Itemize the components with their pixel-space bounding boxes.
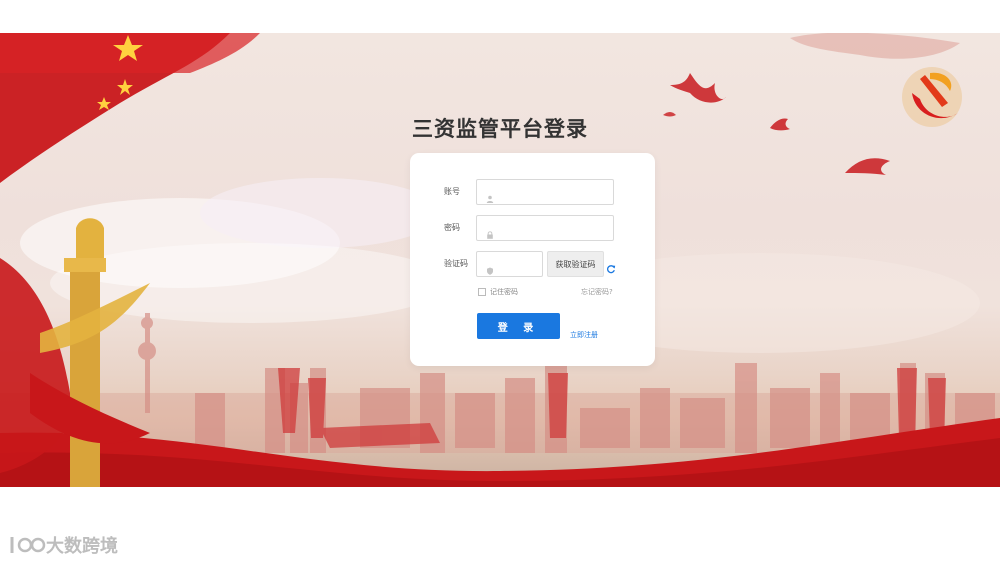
refresh-icon[interactable]	[606, 259, 616, 274]
password-label: 密码	[444, 223, 460, 232]
watermark-text: 大数跨境	[46, 536, 118, 557]
login-button[interactable]: 登 录	[477, 313, 560, 339]
shield-icon	[486, 260, 494, 275]
forgot-password-link[interactable]: 忘记密码?	[581, 287, 613, 297]
watermark-icon	[10, 537, 46, 553]
captcha-input[interactable]	[500, 258, 544, 270]
password-field[interactable]	[476, 215, 614, 241]
remember-label: 记住密码	[490, 288, 518, 296]
get-captcha-button[interactable]: 获取验证码	[547, 251, 604, 277]
page-title: 三资监管平台登录	[412, 117, 588, 141]
lock-icon	[486, 224, 494, 239]
account-label: 账号	[444, 187, 460, 196]
register-link[interactable]: 立即注册	[570, 330, 598, 340]
watermark-logo: 大数跨境	[8, 532, 118, 558]
login-card: 账号 密码 验证码 获取验证码 记住密码 忘记密码? 登 录 立即注册	[410, 153, 655, 366]
remember-checkbox[interactable]	[478, 288, 486, 296]
login-page: 三资监管平台登录 账号 密码 验证码 获取验证码 记住密码 忘记密码? 登 录 …	[0, 0, 1000, 563]
account-field[interactable]	[476, 179, 614, 205]
password-input[interactable]	[500, 222, 604, 234]
captcha-field[interactable]	[476, 251, 544, 277]
captcha-row: 验证码 获取验证码	[410, 251, 655, 277]
user-icon	[486, 188, 494, 203]
captcha-label: 验证码	[444, 259, 468, 268]
remember-password[interactable]: 记住密码	[478, 287, 518, 297]
account-input[interactable]	[500, 186, 604, 198]
